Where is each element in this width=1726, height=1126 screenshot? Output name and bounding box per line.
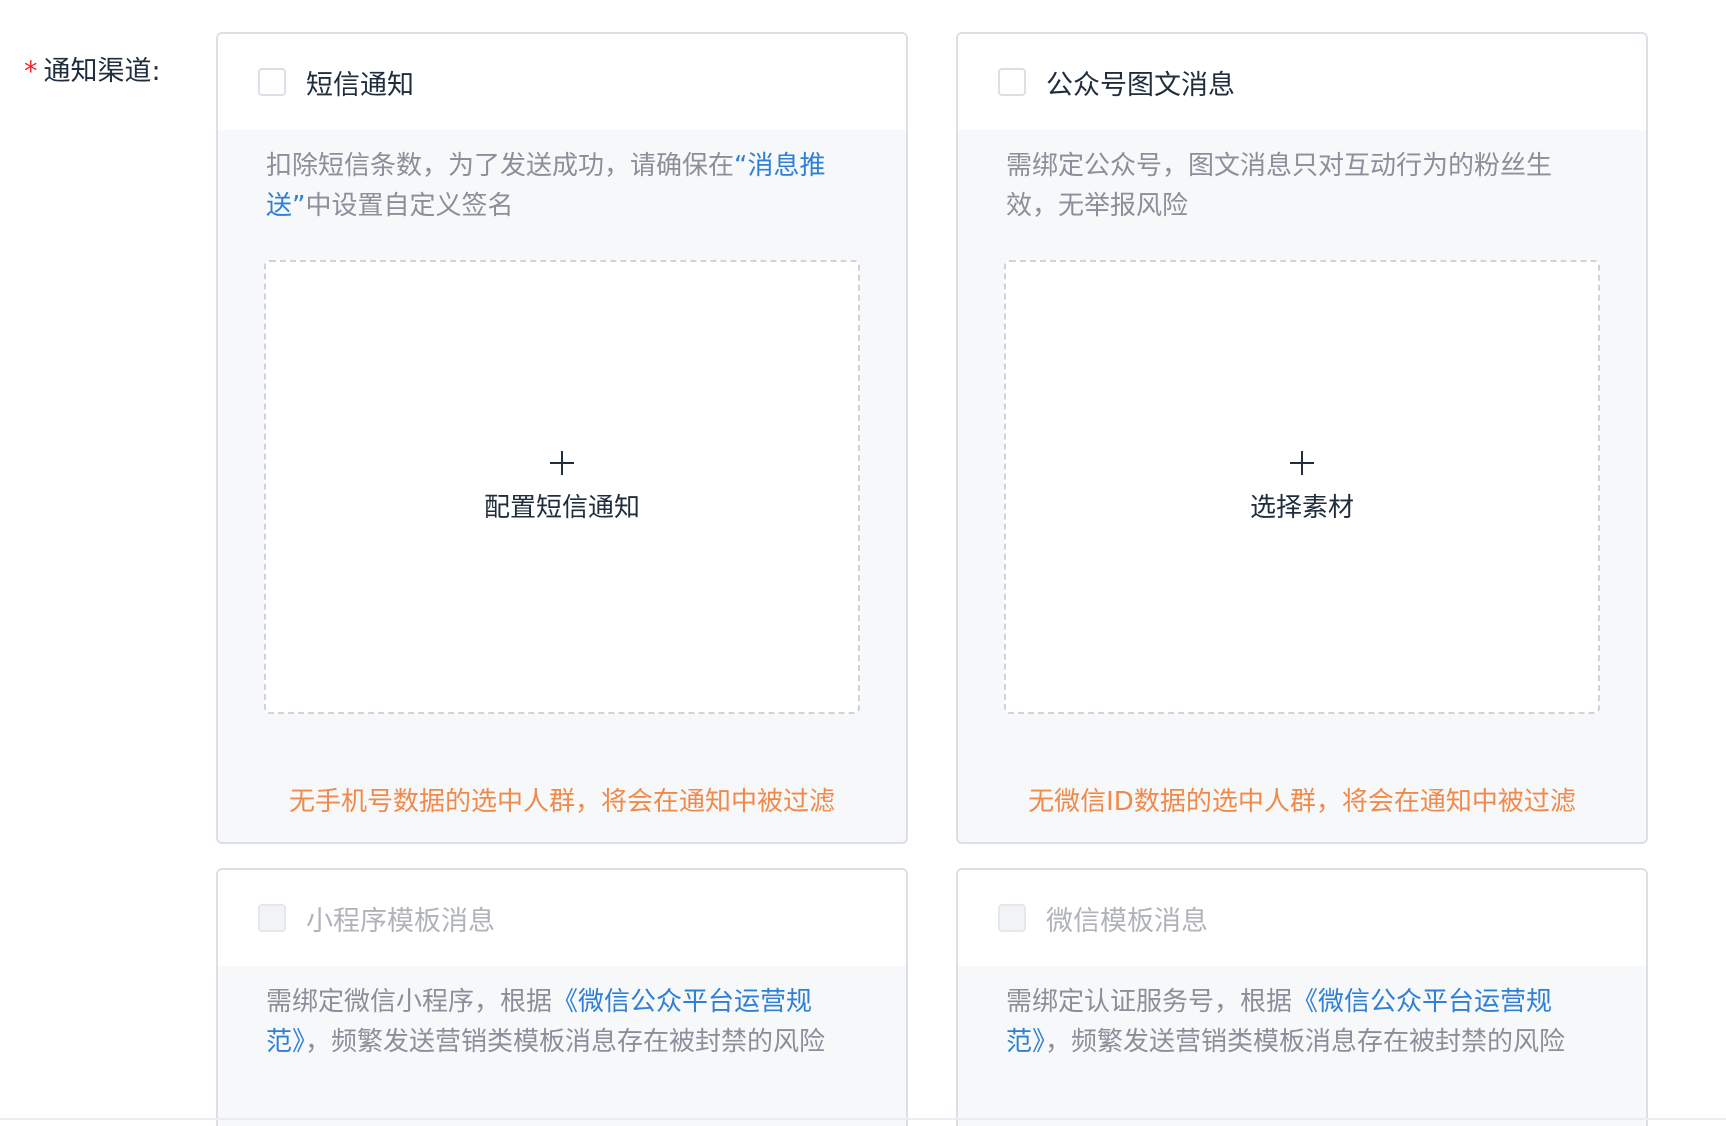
mini-program-checkbox[interactable]: [258, 904, 286, 932]
field-label-text: 通知渠道:: [43, 56, 161, 87]
card-title[interactable]: 短信通知: [306, 63, 414, 102]
plus-icon: [550, 450, 574, 475]
desc-text-after: ，频繁发送营销类模板消息存在被封禁的风险: [305, 1027, 826, 1057]
desc-text: 需绑定认证服务号，根据: [1006, 987, 1293, 1017]
channel-card-official-account: 公众号图文消息 需绑定公众号，图文消息只对互动行为的粉丝生效，无举报风险 选择素…: [956, 32, 1648, 844]
desc-text: 扣除短信条数，为了发送成功，请确保在: [266, 151, 735, 181]
configure-sms-button[interactable]: 配置短信通知: [264, 260, 860, 714]
card-description: 需绑定公众号，图文消息只对互动行为的粉丝生效，无举报风险: [1006, 146, 1600, 226]
desc-text: 需绑定微信小程序，根据: [266, 987, 553, 1017]
wechat-template-checkbox[interactable]: [998, 904, 1026, 932]
warning-text: 无手机号数据的选中人群，将会在通知中被过滤: [288, 787, 835, 817]
card-description: 需绑定微信小程序，根据《微信公众平台运营规范》，频繁发送营销类模板消息存在被封禁…: [266, 982, 860, 1062]
card-description: 需绑定认证服务号，根据《微信公众平台运营规范》，频繁发送营销类模板消息存在被封禁…: [1006, 982, 1600, 1062]
card-description: 扣除短信条数，为了发送成功，请确保在“消息推送”中设置自定义签名: [266, 146, 860, 226]
channel-card-sms: 短信通知 扣除短信条数，为了发送成功，请确保在“消息推送”中设置自定义签名 配置…: [216, 32, 908, 844]
upload-label: 配置短信通知: [483, 492, 640, 523]
sms-checkbox[interactable]: [258, 68, 286, 96]
card-title[interactable]: 公众号图文消息: [1046, 63, 1235, 102]
card-header: 短信通知: [218, 34, 906, 130]
desc-text-after: 中设置自定义签名: [305, 191, 514, 221]
notification-channel-form: * 通知渠道: 短信通知 扣除短信条数，为了发送成功，请确保在“消息推送”中设置自…: [0, 0, 1726, 1126]
warning-text: 无微信ID数据的选中人群，将会在通知中被过滤: [1028, 787, 1576, 817]
card-title: 微信模板消息: [1046, 905, 1208, 937]
required-mark: *: [24, 56, 38, 87]
channel-card-wechat-template: 微信模板消息 需绑定认证服务号，根据《微信公众平台运营规范》，频繁发送营销类模板…: [956, 868, 1648, 1126]
desc-text: 需绑定公众号，图文消息只对互动行为的粉丝生效，无举报风险: [1006, 151, 1553, 221]
plus-icon: [1290, 450, 1314, 475]
card-header: 公众号图文消息: [958, 34, 1646, 130]
select-material-button[interactable]: 选择素材: [1004, 260, 1600, 714]
channel-card-mini-program: 小程序模板消息 需绑定微信小程序，根据《微信公众平台运营规范》，频繁发送营销类模…: [216, 868, 908, 1126]
upload-label: 选择素材: [1249, 492, 1354, 523]
divider: [0, 1118, 1726, 1120]
card-header: 微信模板消息: [958, 870, 1646, 966]
card-title: 小程序模板消息: [306, 905, 495, 937]
notification-channel-label: * 通知渠道:: [24, 54, 161, 90]
official-account-checkbox[interactable]: [998, 68, 1026, 96]
card-header: 小程序模板消息: [218, 870, 906, 966]
desc-text-after: ，频繁发送营销类模板消息存在被封禁的风险: [1045, 1027, 1566, 1057]
